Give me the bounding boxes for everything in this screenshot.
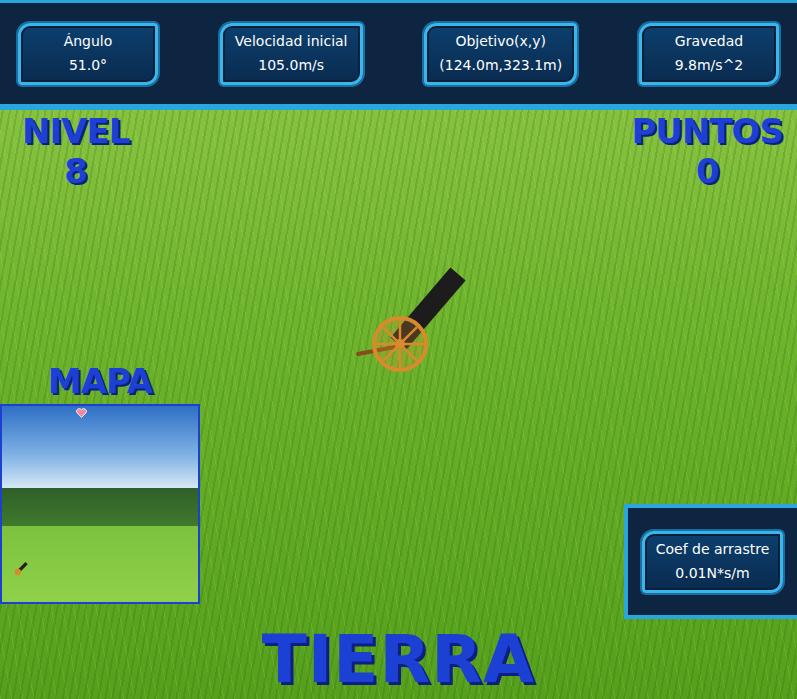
cannon-icon[interactable] [340, 262, 470, 382]
stats-row: NIVEL 8 PUNTOS 0 [0, 110, 797, 188]
hud-panel: Ángulo 51.0° [18, 23, 158, 85]
hud-bar: Ángulo 51.0° Velocidad inicial 105.0m/s Obje… [0, 0, 797, 110]
mini-cannon-icon [13, 560, 29, 576]
minimap [0, 404, 200, 604]
target-heart-icon [76, 408, 87, 418]
drag-value: 0.01N*s/m [675, 566, 749, 581]
drag-panel: Coef de arrastre 0.01N*s/m [624, 504, 797, 619]
hud-panel: Objetivo(x,y) (124.0m,323.1m) [424, 23, 577, 85]
game-field: NIVEL 8 PUNTOS 0 MAPA Coef de arrastre 0.01N*s… [0, 110, 797, 699]
hud-value: 9.8m/s^2 [675, 58, 744, 73]
bottom-row: MAPA Coef de arrastre 0.01N*s/m [0, 364, 797, 619]
level-value: 8 [64, 154, 87, 188]
planet-name: TIERRA [262, 627, 535, 693]
hud-panel: Velocidad inicial 105.0m/s [220, 23, 363, 85]
drag-label: Coef de arrastre [656, 542, 770, 557]
hud-label: Ángulo [64, 34, 113, 49]
game-screen: Ángulo 51.0° Velocidad inicial 105.0m/s Obje… [0, 0, 797, 699]
map-section: MAPA [0, 364, 200, 604]
hud-label: Gravedad [675, 34, 743, 49]
map-title: MAPA [48, 364, 152, 398]
level-label: NIVEL [22, 114, 129, 148]
hud-value: 105.0m/s [258, 58, 324, 73]
level-stat: NIVEL 8 [22, 114, 129, 188]
score-label: PUNTOS [631, 114, 783, 148]
hud-panel: Gravedad 9.8m/s^2 [639, 23, 779, 85]
hud-label: Objetivo(x,y) [455, 34, 546, 49]
hud-label: Velocidad inicial [235, 34, 348, 49]
score-value: 0 [696, 154, 719, 188]
hud-value: 51.0° [69, 58, 107, 73]
hud-value: (124.0m,323.1m) [439, 58, 562, 73]
score-stat: PUNTOS 0 [631, 114, 783, 188]
